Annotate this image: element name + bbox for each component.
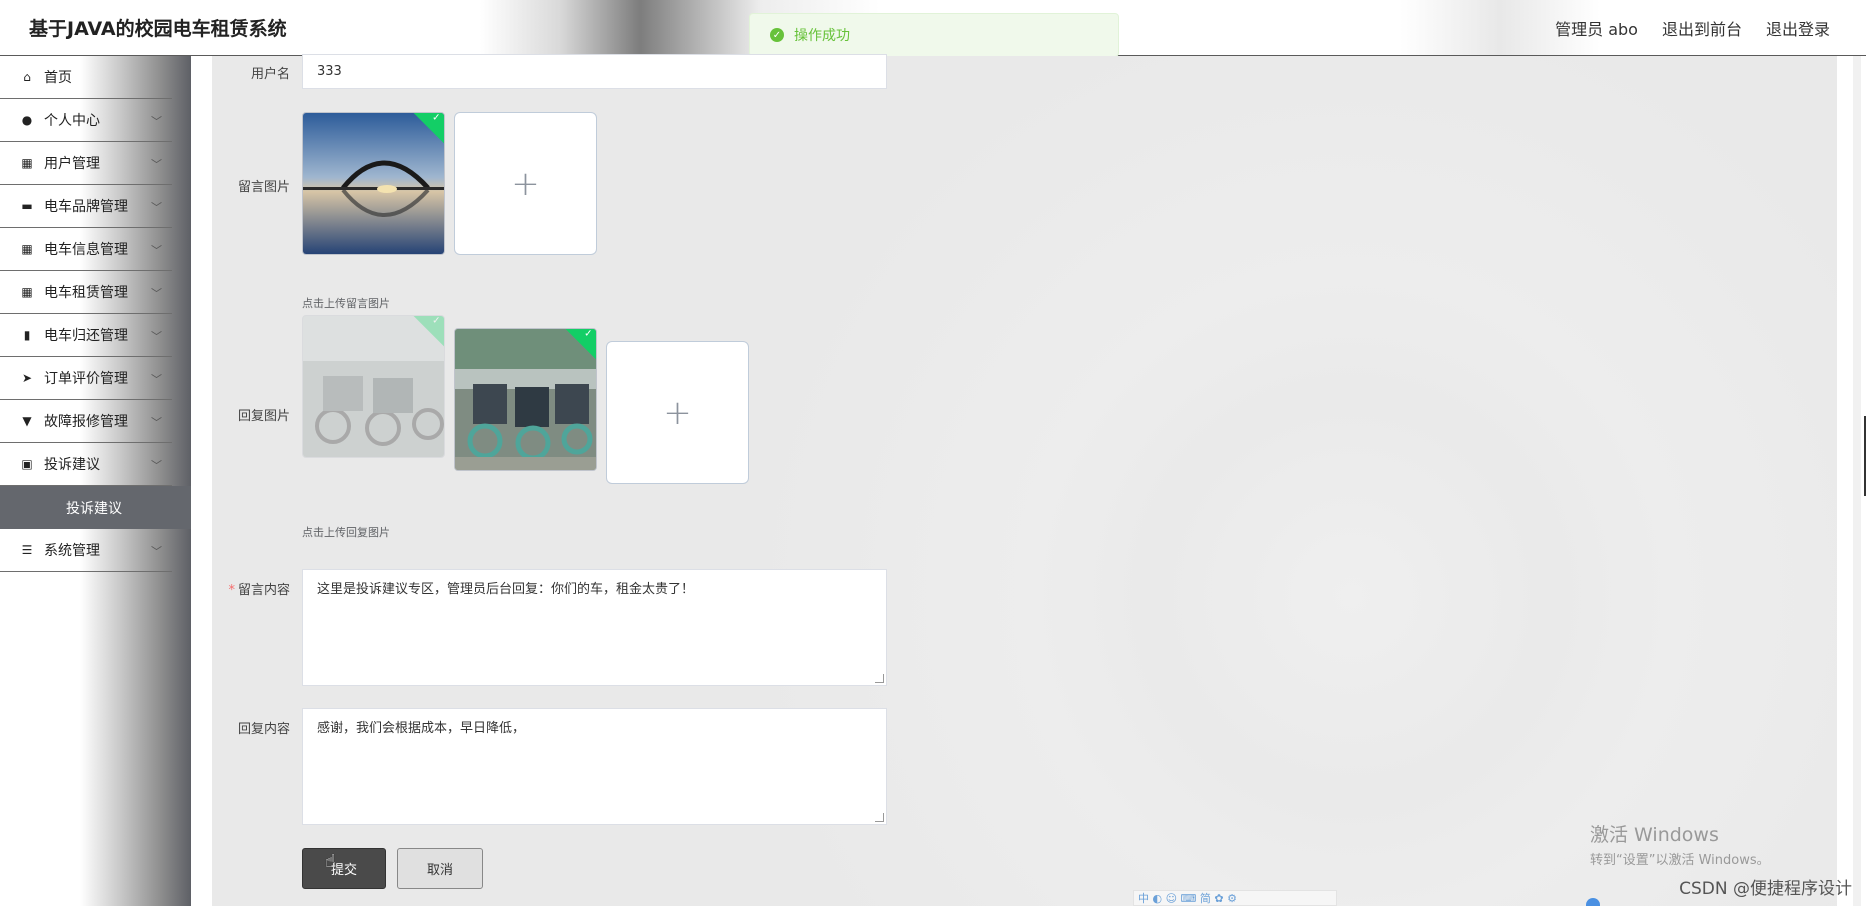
sidebar-item-label: 电车品牌管理 — [44, 199, 128, 215]
app-title: 基于JAVA的校园电车租赁系统 — [29, 18, 287, 40]
sidebar-subitem-complaints[interactable]: 投诉建议 — [0, 486, 191, 529]
reply-image-hint: 点击上传回复图片 — [302, 526, 390, 539]
plus-icon: + — [511, 163, 540, 204]
reply-text: 感谢，我们会根据成本，早日降低， — [317, 721, 526, 736]
grid-icon: ▦ — [21, 285, 33, 299]
sidebar: ⌂ 首页 ● 个人中心 ﹀ ▦ 用户管理 ﹀ ▬ 电车品牌管理 ﹀ ▦ 电车信息… — [0, 56, 191, 906]
sidebar-item-label: 用户管理 — [44, 156, 100, 172]
sidebar-item-label: 个人中心 — [44, 113, 100, 129]
check-circle-icon: ✓ — [770, 28, 784, 42]
sidebar-item-brands[interactable]: ▬ 电车品牌管理 ﹀ — [0, 185, 172, 228]
content-text: 这里是投诉建议专区，管理员后台回复：你们的车，租金太贵了！ — [317, 582, 695, 597]
chevron-down-icon: ﹀ — [151, 115, 162, 128]
sidebar-item-system[interactable]: ☰ 系统管理 ﹀ — [0, 529, 172, 572]
chevron-down-icon: ﹀ — [151, 373, 162, 386]
sidebar-item-home[interactable]: ⌂ 首页 — [0, 56, 172, 99]
sidebar-menu-bottom: ☰ 系统管理 ﹀ — [0, 529, 172, 572]
windows-activation-notice: 激活 Windows 转到“设置”以激活 Windows。 — [1590, 820, 1770, 868]
chevron-down-icon: ﹀ — [151, 201, 162, 214]
sidebar-item-returns[interactable]: ▮ 电车归还管理 ﹀ — [0, 314, 172, 357]
chevron-down-icon: ﹀ — [151, 158, 162, 171]
sidebar-item-repairs[interactable]: ▼ 故障报修管理 ﹀ — [0, 400, 172, 443]
grid-icon: ▦ — [21, 156, 33, 170]
submit-button[interactable]: 提交 — [302, 848, 386, 889]
reply-label: 回复内容 — [237, 722, 290, 737]
cancel-button[interactable]: 取消 — [397, 848, 483, 889]
sidebar-item-label: 首页 — [44, 70, 72, 86]
msg-image-upload-button[interactable]: + — [454, 112, 597, 255]
scooters-photo — [303, 316, 444, 457]
reply-image-upload-button[interactable]: + — [606, 341, 749, 484]
resize-handle[interactable] — [875, 674, 884, 683]
user-icon: ● — [21, 113, 33, 127]
sidebar-item-label: 投诉建议 — [44, 457, 100, 473]
reply-textarea[interactable]: 感谢，我们会根据成本，早日降低， — [302, 708, 887, 825]
sidebar-item-label: 故障报修管理 — [44, 414, 128, 430]
current-user: 管理员 abo — [1555, 20, 1638, 39]
briefcase-icon: ▬ — [21, 199, 33, 213]
content-label: * 留言内容 — [210, 579, 290, 598]
success-toast: ✓ 操作成功 — [749, 13, 1119, 57]
logout-link[interactable]: 退出登录 — [1766, 16, 1830, 40]
sidebar-item-label: 电车归还管理 — [44, 328, 128, 344]
chevron-down-icon: ﹀ — [151, 287, 162, 300]
chevron-down-icon: ﹀ — [151, 244, 162, 257]
sidebar-item-vehicles[interactable]: ▦ 电车信息管理 ﹀ — [0, 228, 172, 271]
username-label: 用户名 — [250, 67, 290, 82]
msg-image-hint: 点击上传留言图片 — [302, 297, 390, 310]
clipboard-icon: ▣ — [21, 457, 33, 471]
content-label-text: 留言内容 — [237, 583, 290, 598]
tablet-icon: ▮ — [23, 328, 31, 342]
to-front-link[interactable]: 退出到前台 — [1662, 16, 1742, 40]
activation-subtitle: 转到“设置”以激活 Windows。 — [1590, 853, 1770, 868]
csdn-watermark: CSDN @便捷程序设计 — [1679, 879, 1852, 899]
activation-title: 激活 Windows — [1590, 824, 1719, 846]
chevron-down-icon: ﹀ — [151, 330, 162, 343]
sidebar-menu: ⌂ 首页 ● 个人中心 ﹀ ▦ 用户管理 ﹀ ▬ 电车品牌管理 ﹀ ▦ 电车信息… — [0, 56, 172, 486]
sidebar-item-profile[interactable]: ● 个人中心 ﹀ — [0, 99, 172, 142]
plus-icon: + — [663, 392, 692, 433]
reply-image-thumbnail-fading[interactable]: ✓ — [302, 315, 445, 458]
sidebar-item-rentals[interactable]: ▦ 电车租赁管理 ﹀ — [0, 271, 172, 314]
sidebar-item-complaints[interactable]: ▣ 投诉建议 ﹀ — [0, 443, 172, 486]
sidebar-item-label: 系统管理 — [44, 543, 100, 559]
sidebar-item-users[interactable]: ▦ 用户管理 ﹀ — [0, 142, 172, 185]
header-actions: 管理员 abo 退出到前台 退出登录 — [1555, 16, 1830, 40]
page-scrollbar[interactable] — [1841, 56, 1866, 906]
reply-image-label: 回复图片 — [237, 409, 290, 424]
resize-handle[interactable] — [875, 813, 884, 822]
msg-image-thumbnail[interactable]: ✓ — [302, 112, 445, 255]
reply-image-thumbnail[interactable]: ✓ — [454, 328, 597, 471]
list-icon: ☰ — [21, 543, 33, 557]
grid-icon: ▦ — [21, 242, 33, 256]
required-mark: * — [228, 583, 235, 598]
floating-ball-icon[interactable] — [1586, 898, 1600, 906]
sidebar-item-reviews[interactable]: ➤ 订单评价管理 ﹀ — [0, 357, 172, 400]
chevron-down-icon: ﹀ — [151, 459, 162, 472]
scooters-photo — [455, 329, 596, 470]
sidebar-item-label: 电车信息管理 — [44, 242, 128, 258]
content-textarea[interactable]: 这里是投诉建议专区，管理员后台回复：你们的车，租金太贵了！ — [302, 569, 887, 686]
msg-image-label: 留言图片 — [237, 180, 290, 195]
chevron-down-icon: ﹀ — [151, 545, 162, 558]
home-icon: ⌂ — [23, 70, 31, 84]
ime-toolbar[interactable]: 中 ◐ ☺ ⌨ 简 ✿ ⚙ — [1133, 890, 1337, 906]
scrollbar-thumb[interactable] — [1853, 56, 1861, 906]
hand-cursor-icon: ☝ — [325, 851, 336, 872]
send-icon: ➤ — [21, 371, 33, 385]
username-input[interactable]: 333 — [302, 54, 887, 89]
sidebar-item-label: 订单评价管理 — [44, 371, 128, 387]
toast-text: 操作成功 — [794, 28, 850, 44]
ime-toolbar-text: 中 ◐ ☺ ⌨ 简 ✿ ⚙ — [1138, 892, 1237, 905]
stamp-icon: ▼ — [22, 414, 32, 428]
sidebar-item-label: 电车租赁管理 — [44, 285, 128, 301]
bridge-photo — [303, 113, 444, 254]
chevron-down-icon: ﹀ — [151, 416, 162, 429]
